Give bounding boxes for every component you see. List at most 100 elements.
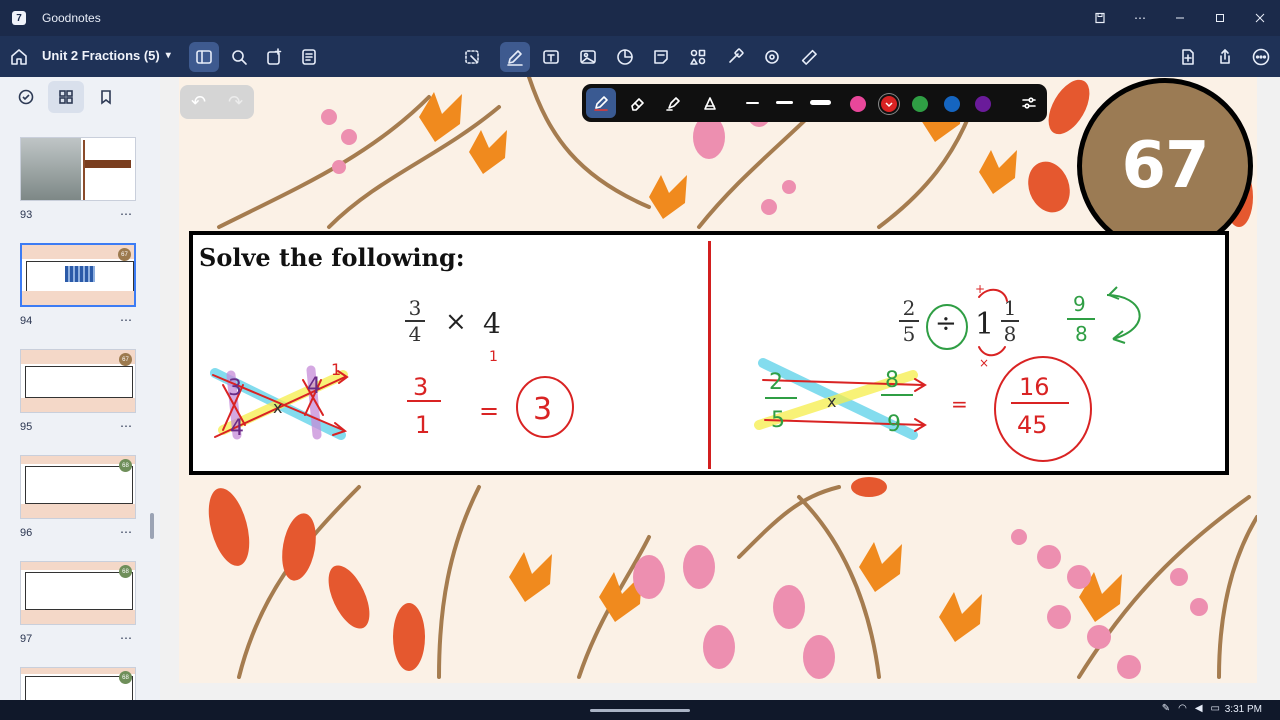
thumbnail-graphic [65,266,95,282]
redo-icon[interactable]: ↷ [228,92,243,113]
page-thumbnail-94[interactable]: 67 [20,243,136,307]
color-swatch-blue[interactable] [944,96,960,112]
page-thumbnail-97[interactable]: 68 [20,561,136,625]
shape-tool-icon[interactable] [695,88,725,118]
pen-settings-icon[interactable] [1014,88,1044,118]
color-swatch-pink[interactable] [850,96,866,112]
svg-text:x: x [827,392,836,411]
svg-text:×: × [979,356,989,370]
page-more-button[interactable]: ⋯ [120,631,133,645]
save-window-icon[interactable] [1080,0,1120,36]
worksheet-panel: Solve the following: 3 4 × 4 2 5 ÷ 1 1 8… [189,231,1229,475]
thin-stroke-option[interactable] [746,102,759,104]
color-swatch-red[interactable] [881,96,897,112]
page-thumbnail-96[interactable]: 68 [20,455,136,519]
svg-text:1: 1 [415,411,430,439]
laser-pointer-icon[interactable] [720,42,750,72]
svg-text:9: 9 [887,412,901,437]
sidebar-toggle-icon[interactable] [189,42,219,72]
svg-text:16: 16 [1019,373,1050,401]
medium-stroke-option[interactable] [776,101,793,104]
pen-tool-icon[interactable] [500,42,530,72]
window-controls: ⋯ [1080,0,1280,36]
thumbnail-decor [21,398,135,412]
home-icon[interactable] [4,42,34,72]
page-number-label: 97 [20,633,33,645]
ruler-icon[interactable] [794,42,824,72]
title-bar: 7 Goodnotes ⋯ [0,0,1280,36]
svg-text:8: 8 [1075,322,1088,346]
thumbnail-decor [22,291,134,305]
color-swatch-green[interactable] [912,96,928,112]
page-thumbnail-93[interactable] [20,137,136,201]
sticker-icon[interactable] [610,42,640,72]
thumbnail-decor [21,668,135,674]
thumbnail-worksheet [25,466,133,504]
thumbnails-grid-icon[interactable] [48,81,84,113]
page-number-label: 95 [20,421,33,433]
zoom-window-icon[interactable] [757,42,787,72]
app-logo-icon: 7 [12,11,26,25]
svg-text:4: 4 [307,374,321,399]
svg-text:5: 5 [771,408,785,433]
maximize-button[interactable] [1200,0,1240,36]
svg-text:45: 45 [1017,411,1048,439]
share-icon[interactable] [1210,42,1240,72]
page-more-button[interactable]: ⋯ [120,419,133,433]
lasso-ai-icon[interactable] [457,42,487,72]
fountain-pen-icon[interactable] [586,88,616,118]
search-icon[interactable] [224,42,254,72]
svg-text:3: 3 [228,376,242,401]
thumbnail-decor [21,504,135,518]
svg-text:2: 2 [769,370,783,395]
page-number-label: 96 [20,527,33,539]
svg-text:8: 8 [885,368,899,393]
add-document-icon[interactable] [1173,42,1203,72]
wifi-icon[interactable]: ◠ [1178,703,1187,714]
thumbnail-decor [21,350,135,364]
svg-text:+: + [975,282,985,296]
image-icon[interactable] [573,42,603,72]
handwritten-annotations: 3 4 x 4 1 1 3 1 = 3 + × 9 8 2 5 x 8 9 = … [210,282,1141,462]
svg-text:1: 1 [331,360,341,379]
thumbnail-decor [21,456,135,464]
page-thumbnail-95[interactable]: 67 [20,349,136,413]
thick-stroke-option[interactable] [810,100,831,105]
page-number-label: 94 [20,315,33,327]
close-button[interactable] [1240,0,1280,36]
document-title-dropdown[interactable]: Unit 2 Fractions (5) ▾ [42,48,171,63]
page-more-button[interactable]: ⋯ [120,525,133,539]
color-swatch-purple[interactable] [975,96,991,112]
pen-status-icon[interactable]: ✎ [1162,703,1170,714]
sticky-note-icon[interactable] [646,42,676,72]
page-more-button[interactable]: ⋯ [120,207,133,221]
elements-icon[interactable] [683,42,713,72]
svg-text:3: 3 [533,392,552,427]
volume-icon[interactable]: ◀ [1195,703,1203,714]
notebook-page[interactable]: ↶ ↷ 67 Solve the following: 3 4 × 4 2 5 … [179,77,1257,683]
svg-text:4: 4 [230,416,244,441]
bookmark-icon[interactable] [88,81,124,113]
more-window-icon[interactable]: ⋯ [1120,0,1160,36]
page-more-button[interactable]: ⋯ [120,313,133,327]
text-tool-icon[interactable] [536,42,566,72]
home-indicator[interactable] [590,709,690,712]
page-thumbnail-98[interactable]: 68 [20,667,136,700]
sidebar-scrollbar[interactable] [150,513,154,539]
thumbnail-badge: 67 [119,353,132,366]
eraser-icon[interactable] [622,88,652,118]
thumbnail-badge: 68 [119,565,132,578]
taskbar-clock[interactable]: 3:31 PM [1225,704,1262,715]
main-toolbar: Unit 2 Fractions (5) ▾ [0,36,1280,77]
minimize-button[interactable] [1160,0,1200,36]
more-options-icon[interactable] [1246,42,1276,72]
undo-icon[interactable]: ↶ [191,92,206,113]
svg-text:=: = [951,392,968,416]
battery-icon[interactable]: ▭ [1211,703,1220,714]
notes-icon[interactable] [294,42,324,72]
svg-text:=: = [479,397,499,425]
highlighter-icon[interactable] [658,88,688,118]
thumbnail-text-panel [83,140,135,200]
select-pages-icon[interactable] [8,81,44,113]
add-page-icon[interactable] [259,42,289,72]
